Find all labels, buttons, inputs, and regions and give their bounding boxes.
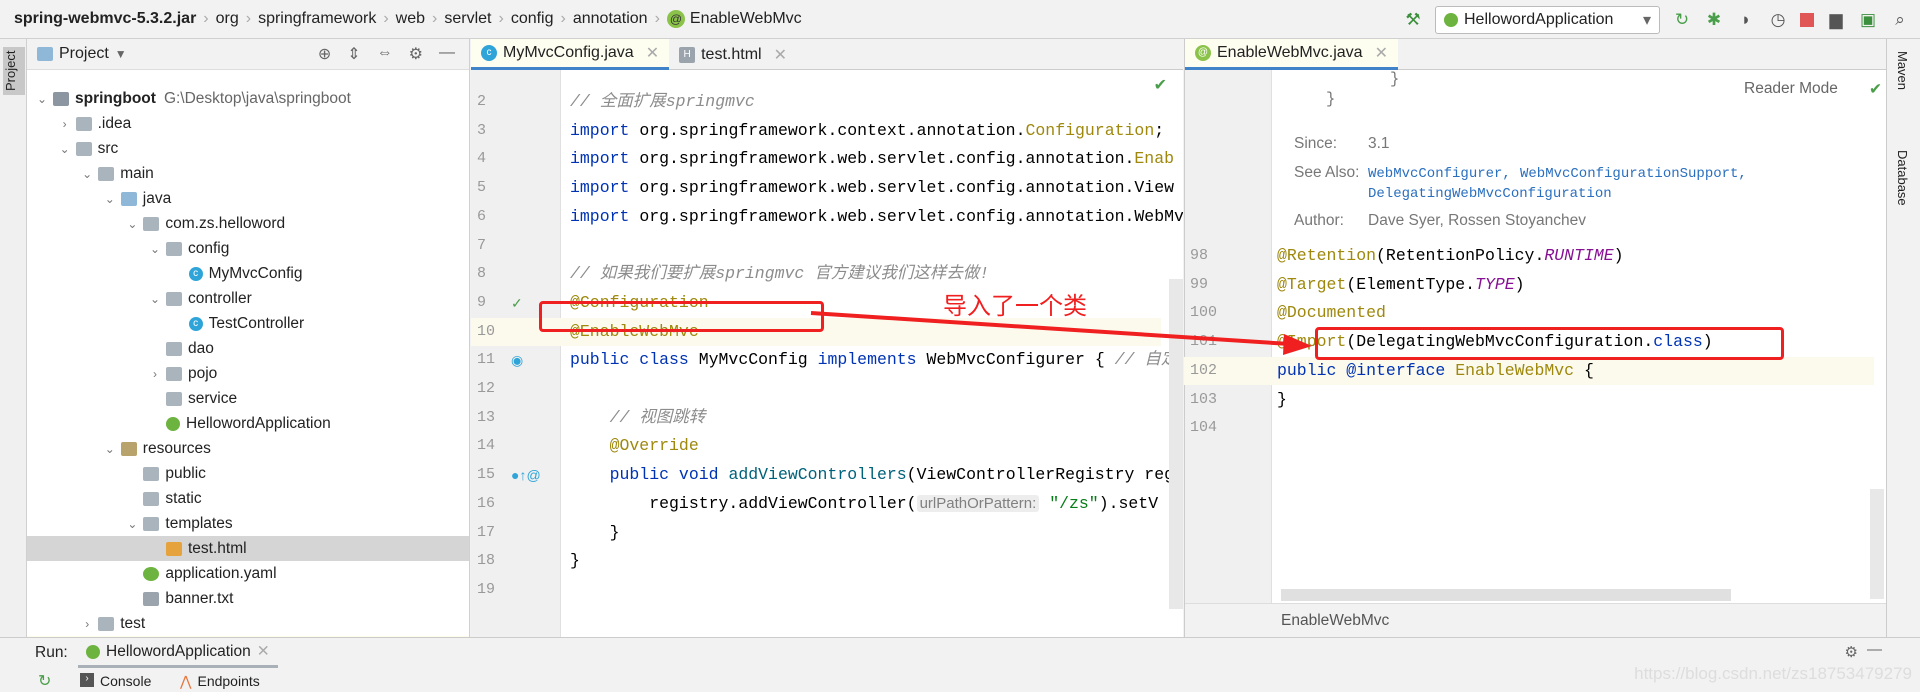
arrow-head xyxy=(1283,334,1312,355)
annotation-arrow xyxy=(810,311,1312,355)
annotation-label: 导入了一个类 xyxy=(943,292,1087,320)
